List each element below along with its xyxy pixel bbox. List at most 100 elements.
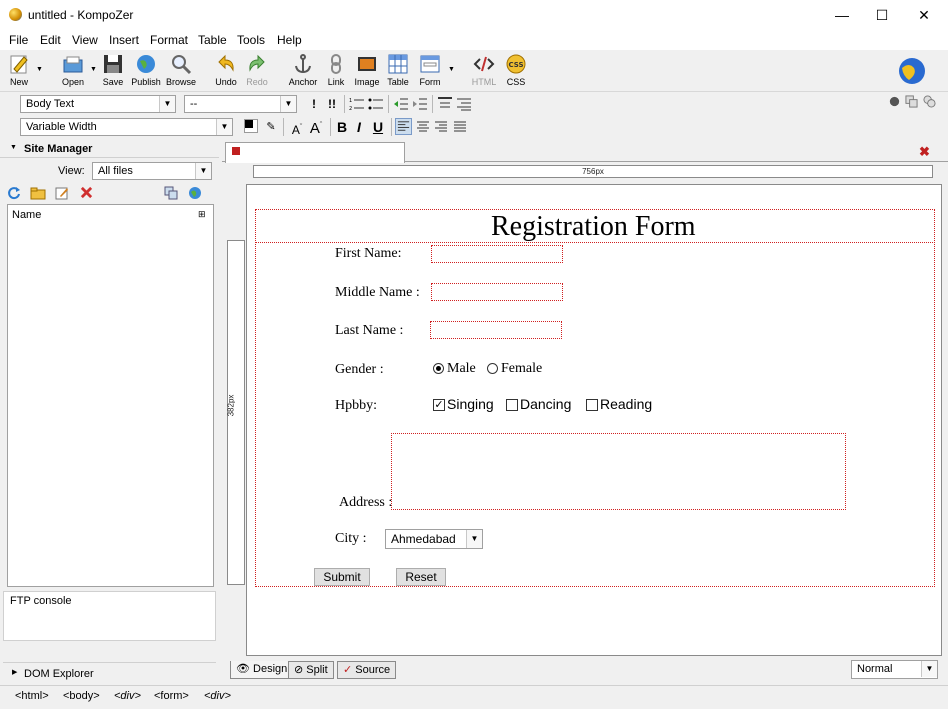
globe-icon[interactable]: [188, 186, 202, 200]
image-button[interactable]: Image: [350, 53, 384, 91]
crumb-div[interactable]: <div>: [114, 690, 141, 702]
last-name-input[interactable]: [430, 321, 562, 339]
address-textarea[interactable]: [391, 433, 846, 510]
strong-button[interactable]: !!: [323, 95, 341, 113]
tab-split[interactable]: ⊘ Split: [288, 661, 334, 679]
crumb-form[interactable]: <form>: [154, 690, 189, 702]
tab-source[interactable]: ✓ Source: [337, 661, 397, 679]
chevron-down-icon: ▼: [159, 96, 175, 112]
document-tab[interactable]: [225, 142, 405, 163]
zoom-select[interactable]: Normal ▼: [851, 660, 938, 679]
gender-female-radio[interactable]: [487, 363, 498, 374]
highlight-pen-icon[interactable]: ✎: [262, 118, 280, 136]
crumb-body[interactable]: <body>: [63, 690, 100, 702]
menu-tools[interactable]: Tools: [237, 33, 265, 47]
design-canvas[interactable]: Registration Form First Name: Middle Nam…: [246, 184, 942, 656]
city-select[interactable]: Ahmedabad ▼: [385, 529, 483, 549]
menu-table[interactable]: Table: [198, 33, 227, 47]
singing-checkbox[interactable]: ✓: [433, 399, 445, 411]
menu-view[interactable]: View: [72, 33, 98, 47]
singing-label: Singing: [447, 396, 494, 412]
chevron-down-icon: ▼: [280, 96, 296, 112]
new-folder-icon[interactable]: [30, 186, 46, 200]
view-select[interactable]: All files ▼: [92, 162, 212, 180]
bulleted-list-icon[interactable]: [368, 96, 384, 112]
css-button[interactable]: CSS CSS: [499, 53, 533, 91]
tab-design[interactable]: 👁 Design: [230, 661, 294, 679]
form-button[interactable]: Form: [413, 53, 447, 91]
redo-button[interactable]: Redo: [240, 53, 274, 91]
edit-sites-icon[interactable]: [164, 186, 178, 200]
copy-icon[interactable]: [904, 95, 919, 108]
align-top-icon[interactable]: [437, 96, 453, 112]
underline-button[interactable]: U: [369, 118, 387, 136]
new-dropdown-arrow[interactable]: ▼: [36, 66, 43, 73]
status-bar: <html> <body> <div> <form> <div>: [0, 685, 948, 709]
submit-button[interactable]: Submit: [314, 568, 370, 586]
eye-icon: 👁: [236, 663, 250, 675]
crumb-div-inner[interactable]: <div>: [204, 690, 231, 702]
middle-name-input[interactable]: [431, 283, 563, 301]
layers-icon[interactable]: [922, 95, 937, 108]
form-dropdown-arrow[interactable]: ▼: [448, 66, 455, 73]
dom-explorer-header[interactable]: ▶ DOM Explorer: [3, 662, 216, 684]
align-center-icon[interactable]: [415, 119, 431, 135]
separator: [432, 95, 433, 113]
text-color-swatch-icon[interactable]: [244, 119, 258, 133]
edit-icon[interactable]: [55, 186, 69, 200]
kompozer-globe-icon: [899, 58, 925, 84]
reading-checkbox[interactable]: [586, 399, 598, 411]
picture-icon: [358, 57, 376, 71]
new-button[interactable]: New: [2, 53, 36, 91]
paragraph-style-select[interactable]: Body Text ▼: [20, 95, 176, 113]
svg-text:CSS: CSS: [508, 61, 523, 69]
larger-font-button[interactable]: Aˆ: [307, 117, 325, 137]
maximize-button[interactable]: ☐: [859, 0, 905, 30]
menu-edit[interactable]: Edit: [40, 33, 61, 47]
menu-insert[interactable]: Insert: [109, 33, 139, 47]
name-column-header[interactable]: Name: [12, 209, 41, 221]
link-button[interactable]: Link: [319, 53, 353, 91]
outdent-icon[interactable]: [393, 96, 409, 112]
italic-button[interactable]: I: [350, 118, 368, 136]
reset-button[interactable]: Reset: [396, 568, 446, 586]
crumb-html[interactable]: <html>: [15, 690, 49, 702]
gender-male-radio[interactable]: [433, 363, 444, 374]
menu-format[interactable]: Format: [150, 33, 188, 47]
width-select[interactable]: Variable Width ▼: [20, 118, 233, 136]
justify-icon[interactable]: [452, 119, 468, 135]
table-button[interactable]: Table: [381, 53, 415, 91]
separator: [391, 118, 392, 136]
align-right-icon[interactable]: [433, 119, 449, 135]
align-left-icon[interactable]: [395, 118, 412, 135]
dancing-checkbox[interactable]: [506, 399, 518, 411]
chevron-down-icon: ▼: [216, 119, 232, 135]
publish-button[interactable]: Publish: [129, 53, 163, 91]
view-label: View:: [58, 165, 85, 177]
align-list-icon[interactable]: [456, 96, 472, 112]
emphasis-button[interactable]: !: [305, 95, 323, 113]
anchor-button[interactable]: Anchor: [286, 53, 320, 91]
smaller-font-button[interactable]: Aˇ: [288, 119, 306, 137]
numbered-list-icon[interactable]: 12: [349, 96, 365, 112]
file-tree[interactable]: Name ⊞: [7, 204, 214, 587]
undo-button[interactable]: Undo: [209, 53, 243, 91]
lock-globe-icon[interactable]: [888, 95, 901, 108]
menu-file[interactable]: File: [9, 33, 28, 47]
site-manager-header[interactable]: ▼ Site Manager: [0, 140, 219, 158]
bold-button[interactable]: B: [333, 118, 351, 136]
first-name-input[interactable]: [431, 245, 563, 263]
code-tag-icon: [473, 56, 495, 72]
indent-icon[interactable]: [412, 96, 428, 112]
open-button[interactable]: Open: [56, 53, 90, 91]
html-button[interactable]: HTML: [467, 53, 501, 91]
font-face-select[interactable]: -- ▼: [184, 95, 297, 113]
close-tab-icon[interactable]: ✖: [919, 144, 930, 160]
close-window-button[interactable]: ✕: [901, 0, 947, 30]
refresh-icon[interactable]: [7, 186, 21, 200]
menu-help[interactable]: Help: [277, 33, 302, 47]
browse-button[interactable]: Browse: [164, 53, 198, 91]
column-picker-icon[interactable]: ⊞: [198, 209, 206, 220]
delete-icon[interactable]: [80, 186, 93, 199]
save-button[interactable]: Save: [96, 53, 130, 91]
